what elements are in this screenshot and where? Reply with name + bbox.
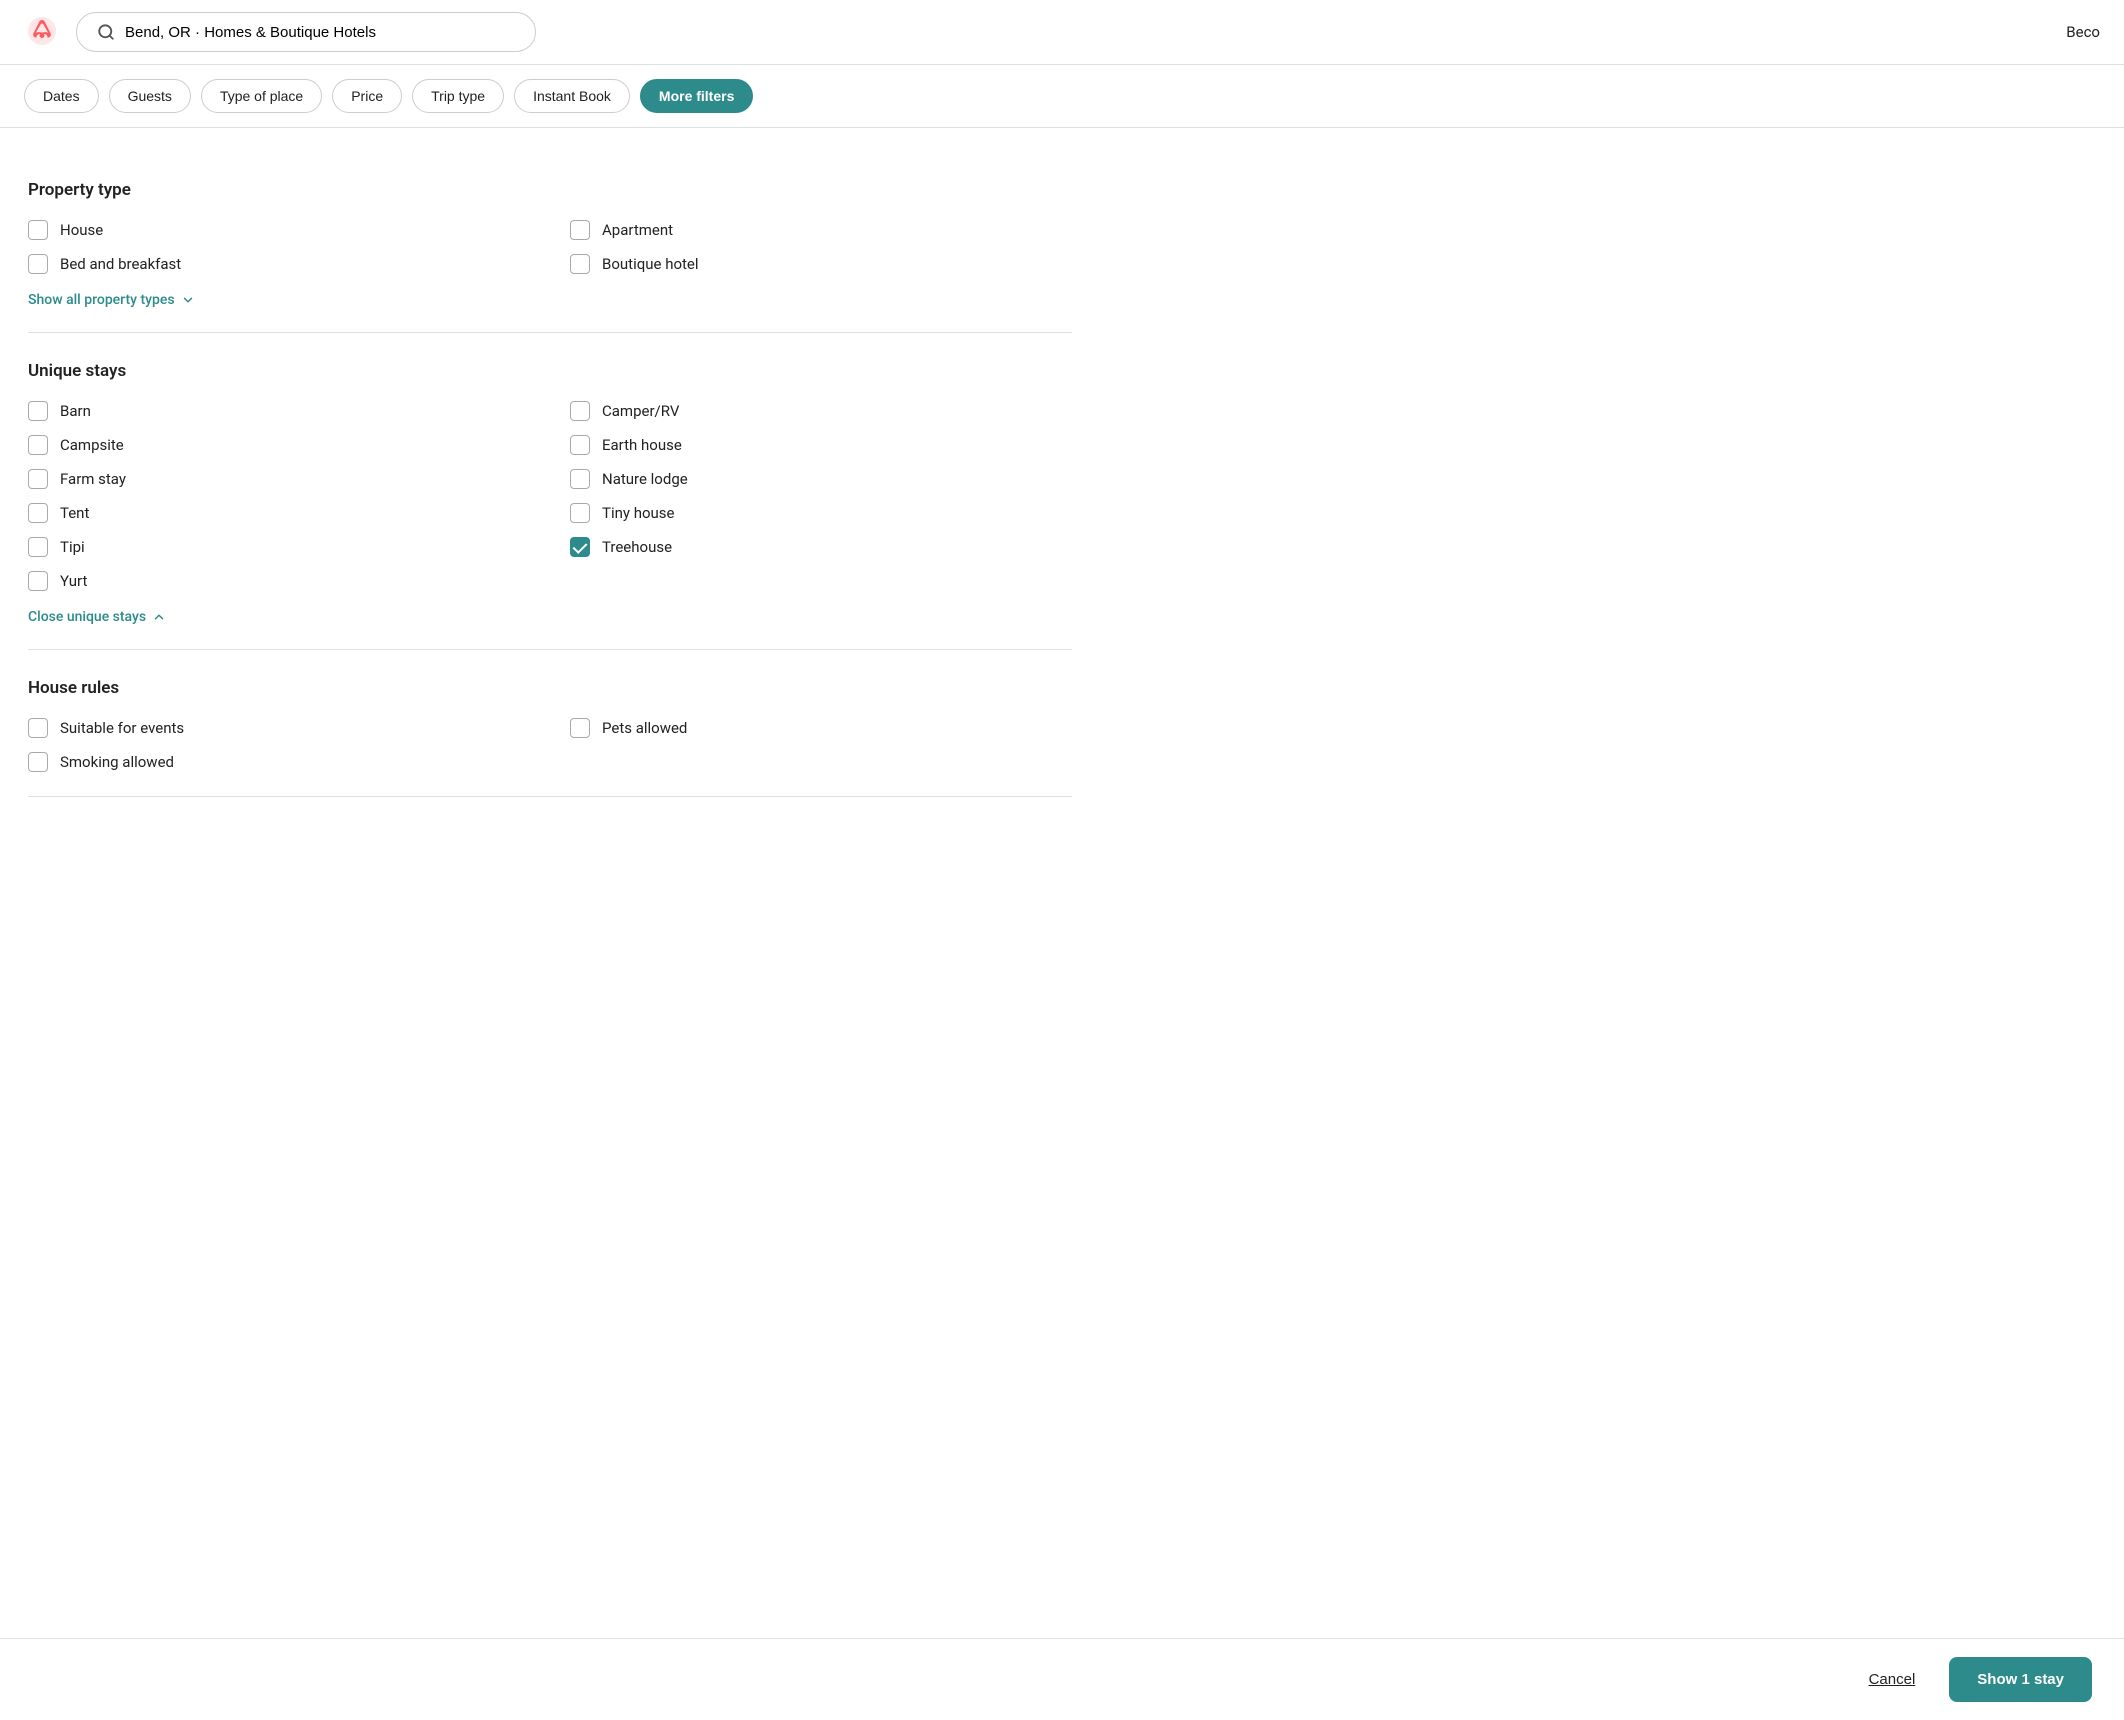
property-type-grid: House Apartment Bed and breakfast Boutique … (28, 220, 1072, 274)
checkbox-label-bed_and_breakfast: Bed and breakfast (60, 255, 181, 273)
filter-btn-instant_book[interactable]: Instant Book (514, 79, 630, 113)
checkbox-farm_stay[interactable] (28, 469, 48, 489)
checkbox-item-suitable_for_events[interactable]: Suitable for events (28, 718, 530, 738)
chevron-down-icon (181, 293, 195, 307)
cancel-button[interactable]: Cancel (1853, 1661, 1932, 1698)
checkbox-item-boutique_hotel[interactable]: Boutique hotel (570, 254, 1072, 274)
checkbox-pets_allowed[interactable] (570, 718, 590, 738)
checkbox-tipi[interactable] (28, 537, 48, 557)
unique-stays-section: Unique stays Barn Camper/RV Campsite Earth … (28, 333, 1072, 650)
checkbox-house[interactable] (28, 220, 48, 240)
checkbox-camper_rv[interactable] (570, 401, 590, 421)
checkbox-label-yurt: Yurt (60, 572, 87, 590)
checkbox-tent[interactable] (28, 503, 48, 523)
checkbox-bed_and_breakfast[interactable] (28, 254, 48, 274)
filter-btn-guests[interactable]: Guests (109, 79, 191, 113)
close-label: Close unique stays (28, 609, 146, 625)
checkbox-label-barn: Barn (60, 402, 91, 420)
checkbox-label-smoking_allowed: Smoking allowed (60, 753, 174, 771)
checkbox-label-boutique_hotel: Boutique hotel (602, 255, 699, 273)
checkbox-nature_lodge[interactable] (570, 469, 590, 489)
checkbox-label-nature_lodge: Nature lodge (602, 470, 688, 488)
checkbox-label-tipi: Tipi (60, 538, 85, 556)
main-content: Property type House Apartment Bed and brea… (0, 128, 1100, 917)
checkbox-item-campsite[interactable]: Campsite (28, 435, 530, 455)
property-type-section: Property type House Apartment Bed and brea… (28, 152, 1072, 333)
checkbox-yurt[interactable] (28, 571, 48, 591)
checkbox-label-tent: Tent (60, 504, 89, 522)
unique-stays-title: Unique stays (28, 361, 1072, 381)
checkbox-suitable_for_events[interactable] (28, 718, 48, 738)
checkbox-label-campsite: Campsite (60, 436, 124, 454)
checkbox-label-treehouse: Treehouse (602, 538, 672, 556)
show-stays-button[interactable]: Show 1 stay (1949, 1657, 2092, 1702)
checkbox-campsite[interactable] (28, 435, 48, 455)
checkbox-item-treehouse[interactable]: Treehouse (570, 537, 1072, 557)
filter-btn-dates[interactable]: Dates (24, 79, 99, 113)
checkbox-item-bed_and_breakfast[interactable]: Bed and breakfast (28, 254, 530, 274)
checkbox-label-apartment: Apartment (602, 221, 673, 239)
checkbox-item-smoking_allowed[interactable]: Smoking allowed (28, 752, 530, 772)
filter-btn-price[interactable]: Price (332, 79, 402, 113)
search-input[interactable] (125, 24, 515, 41)
checkbox-item-pets_allowed[interactable]: Pets allowed (570, 718, 1072, 738)
filter-bar: Dates Guests Type of place Price Trip type In… (0, 65, 2124, 128)
checkbox-item-tent[interactable]: Tent (28, 503, 530, 523)
checkbox-item-farm_stay[interactable]: Farm stay (28, 469, 530, 489)
property-type-title: Property type (28, 180, 1072, 200)
show-all-property-types-link[interactable]: Show all property types (28, 292, 195, 308)
checkbox-label-tiny_house: Tiny house (602, 504, 674, 522)
checkbox-item-tipi[interactable]: Tipi (28, 537, 530, 557)
checkbox-item-barn[interactable]: Barn (28, 401, 530, 421)
checkbox-label-earth_house: Earth house (602, 436, 682, 454)
checkbox-boutique_hotel[interactable] (570, 254, 590, 274)
checkbox-item-tiny_house[interactable]: Tiny house (570, 503, 1072, 523)
checkbox-item-yurt[interactable]: Yurt (28, 571, 530, 591)
house-rules-title: House rules (28, 678, 1072, 698)
checkbox-tiny_house[interactable] (570, 503, 590, 523)
checkbox-item-earth_house[interactable]: Earth house (570, 435, 1072, 455)
filter-btn-more_filters[interactable]: More filters (640, 79, 753, 113)
search-icon (97, 23, 115, 41)
header: Beco (0, 0, 2124, 65)
checkbox-item-apartment[interactable]: Apartment (570, 220, 1072, 240)
checkbox-label-pets_allowed: Pets allowed (602, 719, 687, 737)
checkbox-item-nature_lodge[interactable]: Nature lodge (570, 469, 1072, 489)
house-rules-section: House rules Suitable for events Pets allo… (28, 650, 1072, 797)
checkbox-label-farm_stay: Farm stay (60, 470, 126, 488)
close-unique-stays-link[interactable]: Close unique stays (28, 609, 166, 625)
checkbox-label-camper_rv: Camper/RV (602, 402, 679, 420)
chevron-up-icon (152, 610, 166, 624)
filter-btn-type_of_place[interactable]: Type of place (201, 79, 322, 113)
checkbox-barn[interactable] (28, 401, 48, 421)
unique-stays-grid: Barn Camper/RV Campsite Earth house Farm sta… (28, 401, 1072, 591)
filter-btn-trip_type[interactable]: Trip type (412, 79, 504, 113)
checkbox-label-house: House (60, 221, 103, 239)
show-all-label: Show all property types (28, 292, 175, 308)
checkbox-apartment[interactable] (570, 220, 590, 240)
checkbox-smoking_allowed[interactable] (28, 752, 48, 772)
footer: Cancel Show 1 stay (0, 1638, 2124, 1720)
checkbox-label-suitable_for_events: Suitable for events (60, 719, 184, 737)
checkbox-treehouse[interactable] (570, 537, 590, 557)
checkbox-item-camper_rv[interactable]: Camper/RV (570, 401, 1072, 421)
checkbox-item-house[interactable]: House (28, 220, 530, 240)
search-bar[interactable] (76, 12, 536, 52)
user-label: Beco (2066, 23, 2100, 41)
airbnb-logo (24, 14, 60, 50)
house-rules-grid: Suitable for events Pets allowed Smoking a… (28, 718, 1072, 772)
checkbox-earth_house[interactable] (570, 435, 590, 455)
